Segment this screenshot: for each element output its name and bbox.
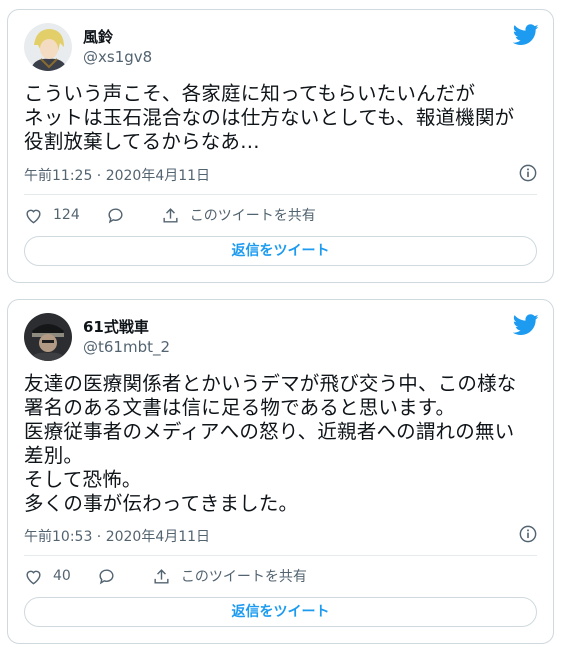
like-button[interactable]: 40 [24, 567, 71, 586]
reply-button[interactable] [106, 206, 135, 225]
tweet-card[interactable]: 風鈴 @xs1gv8 こういう声こそ、各家庭に知ってもらいたいんだが ネットは玉… [7, 9, 554, 283]
heart-icon [26, 209, 41, 223]
divider [24, 555, 537, 556]
reply-icon [99, 568, 114, 584]
share-icon [163, 207, 178, 223]
like-button[interactable]: 124 [24, 206, 80, 225]
display-name[interactable]: 61式戦車 [83, 316, 149, 337]
share-icon [154, 568, 169, 584]
share-button[interactable]: このツイートを共有 [161, 205, 316, 225]
share-label: このツイートを共有 [189, 208, 316, 224]
heart-icon [26, 570, 41, 584]
divider [24, 194, 537, 195]
twitter-bird-icon[interactable] [513, 24, 539, 46]
twitter-bird-icon[interactable] [513, 314, 539, 336]
share-button[interactable]: このツイートを共有 [152, 566, 307, 586]
info-icon[interactable] [519, 164, 537, 182]
user-handle[interactable]: @t61mbt_2 [83, 338, 170, 356]
tweet-text: 友達の医療関係者とかいうデマが飛び交う中、この様な 署名のある文書は信に足る物で… [24, 372, 517, 515]
avatar[interactable] [24, 313, 72, 361]
tweet-text: こういう声こそ、各家庭に知ってもらいたいんだが ネットは玉石混合なのは仕方ないと… [24, 82, 515, 153]
display-name[interactable]: 風鈴 [83, 26, 113, 47]
info-icon[interactable] [519, 525, 537, 543]
tweet-timestamp[interactable]: 午前10:53 · 2020年4月11日 [24, 526, 210, 546]
action-bar: 124 このツイートを共有 [24, 205, 342, 225]
like-count: 124 [53, 207, 80, 223]
reply-tweet-button[interactable]: 返信をツイート [24, 597, 537, 627]
reply-button[interactable] [97, 567, 126, 586]
share-label: このツイートを共有 [180, 569, 307, 585]
reply-icon [108, 207, 123, 223]
reply-tweet-button[interactable]: 返信をツイート [24, 236, 537, 266]
avatar[interactable] [24, 23, 72, 71]
user-handle[interactable]: @xs1gv8 [83, 48, 152, 66]
tweet-card[interactable]: 61式戦車 @t61mbt_2 友達の医療関係者とかいうデマが飛び交う中、この様… [7, 299, 554, 644]
action-bar: 40 このツイートを共有 [24, 566, 333, 586]
like-count: 40 [53, 568, 71, 584]
tweet-timestamp[interactable]: 午前11:25 · 2020年4月11日 [24, 165, 210, 185]
